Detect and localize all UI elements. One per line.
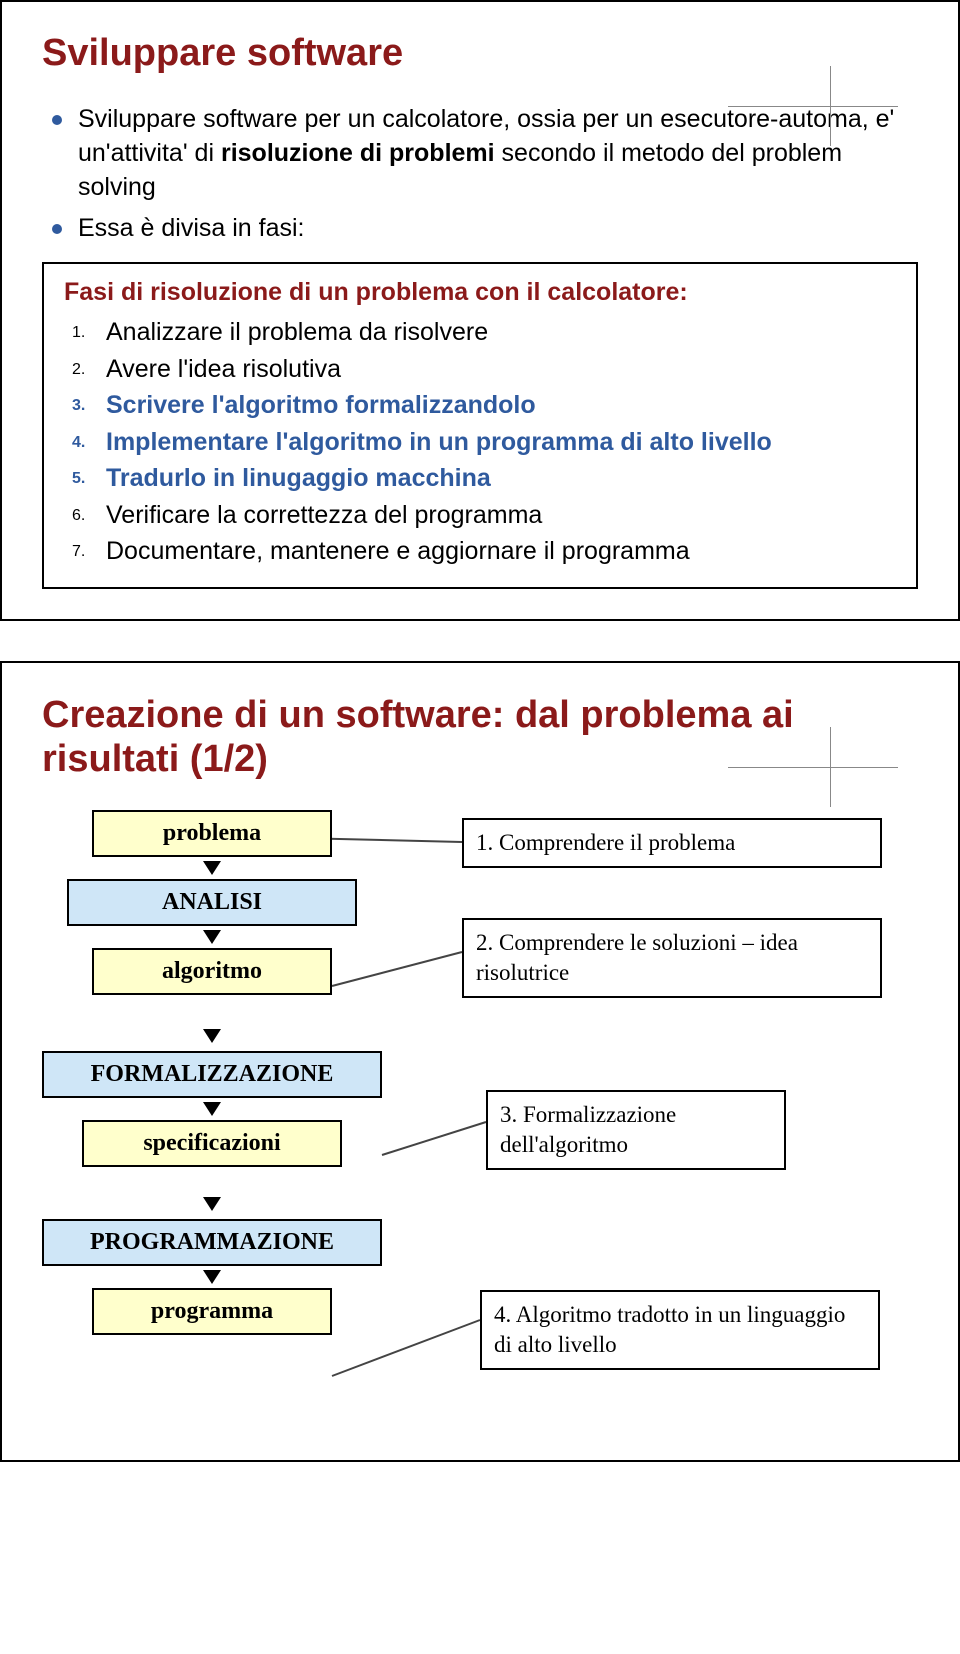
phase-2: 2.Avere l'idea risolutiva <box>72 352 896 387</box>
phase-6: 6.Verificare la correttezza del programm… <box>72 498 896 533</box>
arrow-down-icon <box>203 930 221 944</box>
bullet-1-text: Sviluppare software per un calcolatore, … <box>78 103 918 204</box>
slide-1-bullets: Sviluppare software per un calcolatore, … <box>52 103 918 246</box>
note-2: 2. Comprendere le soluzioni – idea risol… <box>462 918 882 998</box>
arrow-down-icon <box>203 1197 221 1211</box>
phase-5-num: 5. <box>72 461 106 490</box>
note-3: 3. Formalizzazione dell'algoritmo <box>486 1090 786 1170</box>
left-column: problema ANALISI algoritmo FORMALIZZAZIO… <box>42 810 382 1335</box>
slide-2-title: Creazione di un software: dal problema a… <box>42 693 918 783</box>
box-programmazione: PROGRAMMAZIONE <box>42 1219 382 1266</box>
box-algoritmo: algoritmo <box>92 948 332 995</box>
slide-1: Sviluppare software Sviluppare software … <box>0 0 960 621</box>
diagram: problema ANALISI algoritmo FORMALIZZAZIO… <box>42 810 918 1450</box>
bullet-2-text: Essa è divisa in fasi: <box>78 212 305 246</box>
phase-5-text: Tradurlo in linugaggio macchina <box>106 461 491 496</box>
box-analisi: ANALISI <box>67 879 357 926</box>
bullet-1: Sviluppare software per un calcolatore, … <box>52 103 918 204</box>
phases-box: Fasi di risoluzione di un problema con i… <box>42 262 918 589</box>
arrow-down-icon <box>203 1270 221 1284</box>
phase-6-text: Verificare la correttezza del programma <box>106 498 542 533</box>
phase-2-text: Avere l'idea risolutiva <box>106 352 341 387</box>
note-4: 4. Algoritmo tradotto in un linguaggio d… <box>480 1290 880 1370</box>
bullet-dot-icon <box>52 224 62 234</box>
phase-1-num: 1. <box>72 315 106 344</box>
bullet-2: Essa è divisa in fasi: <box>52 212 918 246</box>
slide-1-title: Sviluppare software <box>42 32 918 75</box>
phase-7-text: Documentare, mantenere e aggiornare il p… <box>106 534 690 569</box>
box-specificazioni: specificazioni <box>82 1120 342 1167</box>
phase-3-text: Scrivere l'algoritmo formalizzandolo <box>106 388 536 423</box>
note-1: 1. Comprendere il problema <box>462 818 882 868</box>
phase-4: 4.Implementare l'algoritmo in un program… <box>72 425 896 460</box>
slide-2: Creazione di un software: dal problema a… <box>0 661 960 1463</box>
phase-4-num: 4. <box>72 425 106 454</box>
arrow-down-icon <box>203 861 221 875</box>
box-problema: problema <box>92 810 332 857</box>
phase-5: 5.Tradurlo in linugaggio macchina <box>72 461 896 496</box>
phase-1: 1.Analizzare il problema da risolvere <box>72 315 896 350</box>
phase-7: 7.Documentare, mantenere e aggiornare il… <box>72 534 896 569</box>
phase-4-text: Implementare l'algoritmo in un programma… <box>106 425 772 460</box>
box-programma: programma <box>92 1288 332 1335</box>
bullet-1-bold: risoluzione di problemi <box>221 139 495 167</box>
phases-list: 1.Analizzare il problema da risolvere 2.… <box>72 315 896 569</box>
phase-1-text: Analizzare il problema da risolvere <box>106 315 488 350</box>
bullet-dot-icon <box>52 115 62 125</box>
box-formalizzazione: FORMALIZZAZIONE <box>42 1051 382 1098</box>
arrow-down-icon <box>203 1029 221 1043</box>
phase-2-num: 2. <box>72 352 106 381</box>
phase-6-num: 6. <box>72 498 106 527</box>
phase-3: 3.Scrivere l'algoritmo formalizzandolo <box>72 388 896 423</box>
arrow-down-icon <box>203 1102 221 1116</box>
phase-3-num: 3. <box>72 388 106 417</box>
phases-heading: Fasi di risoluzione di un problema con i… <box>64 278 896 307</box>
phase-7-num: 7. <box>72 534 106 563</box>
